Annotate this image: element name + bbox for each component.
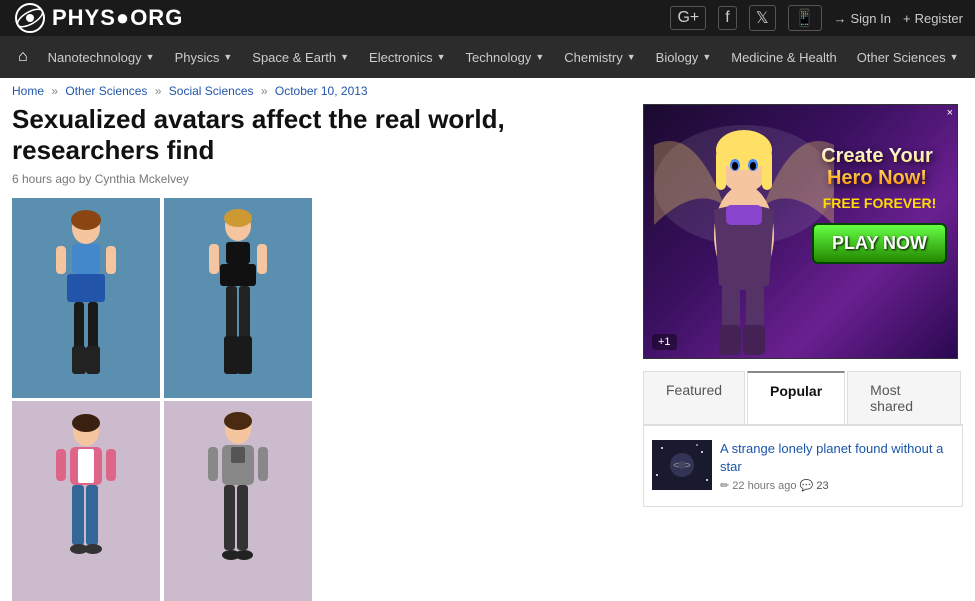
news-info: A strange lonely planet found without a … — [720, 440, 954, 492]
nav-item-physics[interactable]: Physics ▼ — [165, 36, 243, 78]
article-image-4 — [164, 401, 312, 601]
top-bar: PHYS●ORG G+ f 𝕏 📱 → Sign In + Register — [0, 0, 975, 36]
breadcrumb-home[interactable]: Home — [12, 84, 44, 98]
home-nav-icon[interactable]: ⌂ — [8, 48, 38, 66]
nav-bar: ⌂ Nanotechnology ▼ Physics ▼ Space & Ear… — [0, 36, 975, 78]
list-item: A strange lonely planet found without a … — [652, 434, 954, 498]
facebook-icon[interactable]: f — [718, 6, 736, 30]
nav-label: Physics — [175, 50, 220, 65]
article-meta: 6 hours ago by Cynthia Mckelvey — [12, 172, 623, 186]
article-title: Sexualized avatars affect the real world… — [12, 104, 623, 166]
chevron-down-icon: ▼ — [223, 52, 232, 62]
breadcrumb-social-sciences[interactable]: Social Sciences — [169, 84, 254, 98]
article-image-2 — [164, 198, 312, 398]
nav-item-space-earth[interactable]: Space & Earth ▼ — [242, 36, 359, 78]
nav-label: Other Sciences — [857, 50, 946, 65]
tab-popular[interactable]: Popular — [747, 371, 845, 424]
nav-item-chemistry[interactable]: Chemistry ▼ — [554, 36, 645, 78]
ad-text-area: Create Your Hero Now! FREE FOREVER! PLAY… — [812, 145, 947, 264]
nav-item-biology[interactable]: Biology ▼ — [646, 36, 722, 78]
breadcrumb-separator: » — [51, 84, 61, 98]
edit-icon: ✏ — [720, 480, 729, 492]
news-title-link[interactable]: A strange lonely planet found without a … — [720, 441, 943, 474]
breadcrumb: Home » Other Sciences » Social Sciences … — [0, 78, 975, 104]
comment-icon: 💬 — [800, 480, 814, 492]
article-image-3 — [12, 401, 160, 601]
ad-subtext: FREE FOREVER! — [812, 195, 947, 211]
main-content: Sexualized avatars affect the real world… — [0, 104, 975, 601]
chevron-down-icon: ▼ — [535, 52, 544, 62]
nav-item-technology[interactable]: Technology ▼ — [456, 36, 555, 78]
news-thumbnail — [652, 440, 712, 490]
nav-label: Technology — [466, 50, 532, 65]
ad-play-button[interactable]: PLAY NOW — [812, 223, 947, 264]
nav-item-medicine-health[interactable]: Medicine & Health — [721, 36, 847, 78]
news-list: A strange lonely planet found without a … — [643, 426, 963, 507]
twitter-icon[interactable]: 𝕏 — [749, 5, 776, 31]
nav-item-electronics[interactable]: Electronics ▼ — [359, 36, 456, 78]
ad-headline: Create Your Hero Now! — [812, 145, 942, 189]
chevron-down-icon: ▼ — [340, 52, 349, 62]
logo-icon — [12, 0, 48, 36]
nav-item-other-sciences[interactable]: Other Sciences ▼ — [847, 36, 969, 78]
chevron-down-icon: ▼ — [437, 52, 446, 62]
google-plus-icon[interactable]: G+ — [670, 6, 706, 30]
breadcrumb-separator: » — [155, 84, 165, 98]
chevron-down-icon: ▼ — [950, 52, 959, 62]
nav-label: Space & Earth — [252, 50, 336, 65]
register-button[interactable]: + Register — [903, 11, 963, 26]
mobile-icon[interactable]: 📱 — [788, 5, 822, 31]
top-right-actions: G+ f 𝕏 📱 → Sign In + Register — [670, 5, 963, 31]
tab-most-shared[interactable]: Most shared — [847, 371, 961, 424]
news-comment-count: 23 — [816, 480, 828, 492]
tab-featured[interactable]: Featured — [643, 371, 745, 424]
tabs-bar: Featured Popular Most shared — [643, 371, 963, 426]
plus-icon: + — [903, 11, 911, 26]
article-area: Sexualized avatars affect the real world… — [12, 104, 623, 601]
breadcrumb-date[interactable]: October 10, 2013 — [275, 84, 368, 98]
nav-item-nanotechnology[interactable]: Nanotechnology ▼ — [38, 36, 165, 78]
nav-label: Electronics — [369, 50, 433, 65]
nav-label: Nanotechnology — [48, 50, 142, 65]
nav-label: Chemistry — [564, 50, 623, 65]
ad-close-button[interactable]: × — [947, 107, 953, 119]
sign-in-button[interactable]: → Sign In — [834, 11, 891, 26]
news-meta: ✏ 22 hours ago 💬 23 — [720, 479, 954, 492]
chevron-down-icon: ▼ — [702, 52, 711, 62]
logo-text: PHYS●ORG — [52, 5, 183, 31]
search-icon[interactable]: 🔍 — [969, 47, 975, 68]
chevron-down-icon: ▼ — [627, 52, 636, 62]
article-image-1 — [12, 198, 160, 398]
news-time: 22 hours ago — [732, 480, 796, 492]
breadcrumb-other-sciences[interactable]: Other Sciences — [65, 84, 147, 98]
nav-label: Biology — [656, 50, 699, 65]
article-images — [12, 198, 312, 601]
chevron-down-icon: ▼ — [146, 52, 155, 62]
sidebar: × — [643, 104, 963, 601]
logo-area: PHYS●ORG — [12, 0, 183, 36]
ad-banner: × — [643, 104, 958, 359]
sign-in-icon: → — [834, 11, 847, 26]
nav-label: Medicine & Health — [731, 50, 837, 65]
ad-google-plus[interactable]: +1 — [652, 334, 677, 350]
breadcrumb-separator: » — [261, 84, 271, 98]
